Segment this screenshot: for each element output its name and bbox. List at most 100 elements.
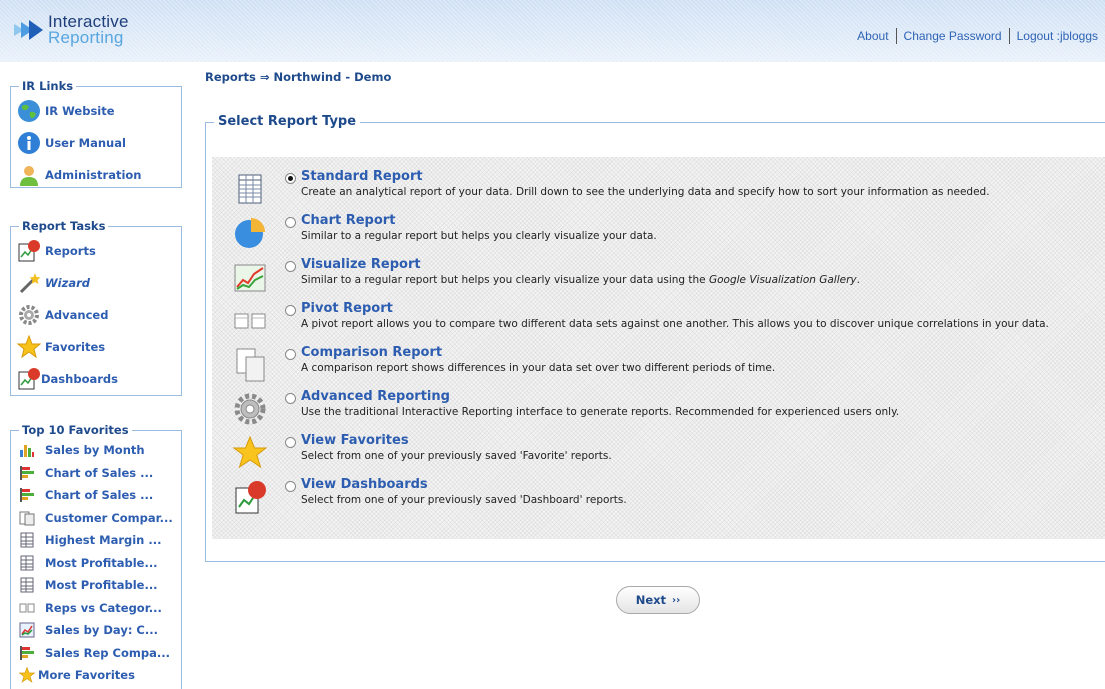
sidebar-item-dashboards[interactable]: Dashboards — [17, 363, 175, 395]
view-favorites-radio[interactable] — [285, 437, 296, 448]
pivot-icon — [232, 303, 268, 339]
hbar-chart-icon — [19, 487, 35, 503]
option-advanced-reporting[interactable]: Advanced Reporting Use the traditional I… — [212, 389, 1102, 435]
option-title[interactable]: Advanced Reporting — [301, 389, 450, 404]
sidebar-item-advanced[interactable]: Advanced — [17, 299, 175, 331]
option-view-dashboards[interactable]: View Dashboards Select from one of your … — [212, 477, 1102, 523]
chart-report-radio[interactable] — [285, 217, 296, 228]
favorite-item[interactable]: Most Profitable... — [17, 574, 175, 597]
panel-title: Select Report Type — [214, 114, 361, 129]
favorite-label: Most Profitable... — [45, 578, 158, 593]
favorite-label: Chart of Sales ... — [45, 488, 154, 503]
option-title[interactable]: View Dashboards — [301, 477, 428, 492]
option-description: A comparison report shows differences in… — [301, 362, 776, 374]
report-tasks-title: Report Tasks — [19, 219, 109, 233]
comparison-icon — [232, 347, 268, 383]
dashboard-icon — [232, 479, 268, 515]
star-icon — [232, 435, 268, 471]
star-icon — [18, 666, 36, 684]
favorite-label: Most Profitable... — [45, 555, 158, 570]
next-button[interactable]: Next ›› — [616, 586, 700, 614]
comparison-icon — [19, 510, 35, 526]
breadcrumb: Reports ⇒ Northwind - Demo — [205, 70, 391, 84]
option-title[interactable]: Visualize Report — [301, 257, 421, 272]
sidebar-item-administration[interactable]: Administration — [17, 159, 175, 191]
option-title[interactable]: View Favorites — [301, 433, 409, 448]
table-icon — [19, 555, 35, 571]
option-standard-report[interactable]: Standard Report Create an analytical rep… — [212, 169, 1102, 215]
favorite-label: Sales by Day: C... — [45, 623, 158, 638]
option-comparison-report[interactable]: Comparison Report A comparison report sh… — [212, 345, 1102, 391]
pivot-report-radio[interactable] — [285, 305, 296, 316]
option-description: Select from one of your previously saved… — [301, 450, 612, 462]
gears-icon — [17, 303, 41, 327]
favorites-title: Top 10 Favorites — [19, 423, 132, 437]
logout-link[interactable]: Logout :jbloggs — [1010, 29, 1105, 43]
logo-subtitle: Reporting — [48, 28, 124, 47]
favorite-label: Sales Rep Compa... — [45, 645, 170, 660]
breadcrumb-current: Northwind - Demo — [273, 70, 392, 84]
sidebar-item-wizard[interactable]: Wizard — [17, 267, 175, 299]
favorite-item[interactable]: Sales Rep Compa... — [17, 642, 175, 665]
option-view-favorites[interactable]: View Favorites Select from one of your p… — [212, 433, 1102, 479]
view-dashboards-radio[interactable] — [285, 481, 296, 492]
standard-report-radio[interactable] — [285, 173, 296, 184]
favorite-item[interactable]: Customer Compar... — [17, 507, 175, 530]
about-link[interactable]: About — [850, 29, 895, 43]
favorites-box: Top 10 Favorites Sales by Month Chart of… — [10, 423, 182, 689]
sidebar-item-label: IR Website — [45, 104, 115, 118]
line-chart-icon — [19, 622, 35, 638]
wizard-icon — [17, 271, 41, 295]
visualize-report-radio[interactable] — [285, 261, 296, 272]
comparison-report-radio[interactable] — [285, 349, 296, 360]
table-icon — [19, 577, 35, 593]
hbar-chart-icon — [19, 465, 35, 481]
sidebar-item-reports[interactable]: Reports — [17, 235, 175, 267]
user-icon — [17, 163, 41, 187]
sidebar-item-ir-website[interactable]: IR Website — [17, 95, 175, 127]
option-visualize-report[interactable]: Visualize Report Similar to a regular re… — [212, 257, 1102, 303]
app-logo[interactable]: Interactive Reporting — [12, 10, 129, 50]
option-title[interactable]: Chart Report — [301, 213, 395, 228]
option-chart-report[interactable]: Chart Report Similar to a regular report… — [212, 213, 1102, 259]
option-description: Create an analytical report of your data… — [301, 186, 990, 198]
option-title[interactable]: Standard Report — [301, 169, 423, 184]
select-report-panel: Select Report Type Standard Report Creat… — [205, 114, 1105, 562]
breadcrumb-reports-link[interactable]: Reports — [205, 70, 256, 84]
option-description: Select from one of your previously saved… — [301, 494, 627, 506]
next-button-label: Next — [635, 593, 667, 607]
favorite-label: Customer Compar... — [45, 510, 173, 525]
favorite-item[interactable]: Sales by Month — [17, 439, 175, 462]
favorite-item[interactable]: Sales by Day: C... — [17, 619, 175, 642]
info-icon — [17, 131, 41, 155]
more-favorites-link[interactable]: More Favorites — [17, 664, 175, 687]
sidebar-item-favorites[interactable]: Favorites — [16, 331, 175, 363]
favorite-item[interactable]: Chart of Sales ... — [17, 484, 175, 507]
google-visualization-gallery-text: Google Visualization Gallery — [708, 274, 857, 286]
option-description: Similar to a regular report but helps yo… — [301, 274, 860, 286]
option-pivot-report[interactable]: Pivot Report A pivot report allows you t… — [212, 301, 1102, 347]
breadcrumb-arrow-icon: ⇒ — [259, 70, 270, 84]
globe-icon — [17, 99, 41, 123]
favorite-label: Highest Margin ... — [45, 533, 162, 548]
sidebar-item-user-manual[interactable]: User Manual — [17, 127, 175, 159]
change-password-link[interactable]: Change Password — [897, 29, 1009, 43]
gears-icon — [232, 391, 268, 427]
sidebar-item-label: Administration — [45, 168, 142, 182]
sidebar-item-label: Reports — [45, 244, 96, 258]
favorite-label: Reps vs Categor... — [45, 600, 162, 615]
favorite-item[interactable]: Reps vs Categor... — [17, 597, 175, 620]
reports-icon — [17, 239, 41, 263]
option-title[interactable]: Pivot Report — [301, 301, 393, 316]
favorite-item[interactable]: Most Profitable... — [17, 552, 175, 575]
favorite-item[interactable]: Highest Margin ... — [17, 529, 175, 552]
advanced-reporting-radio[interactable] — [285, 393, 296, 404]
sidebar-item-label: Dashboards — [41, 372, 118, 386]
option-title[interactable]: Comparison Report — [301, 345, 442, 360]
app-header: Interactive Reporting About Change Passwo… — [0, 0, 1105, 62]
standard-report-icon — [232, 171, 268, 207]
logo-arrows-icon — [12, 14, 46, 46]
favorite-item[interactable]: Chart of Sales ... — [17, 462, 175, 485]
sidebar-item-label: Advanced — [45, 308, 109, 322]
visualize-icon — [232, 259, 268, 295]
